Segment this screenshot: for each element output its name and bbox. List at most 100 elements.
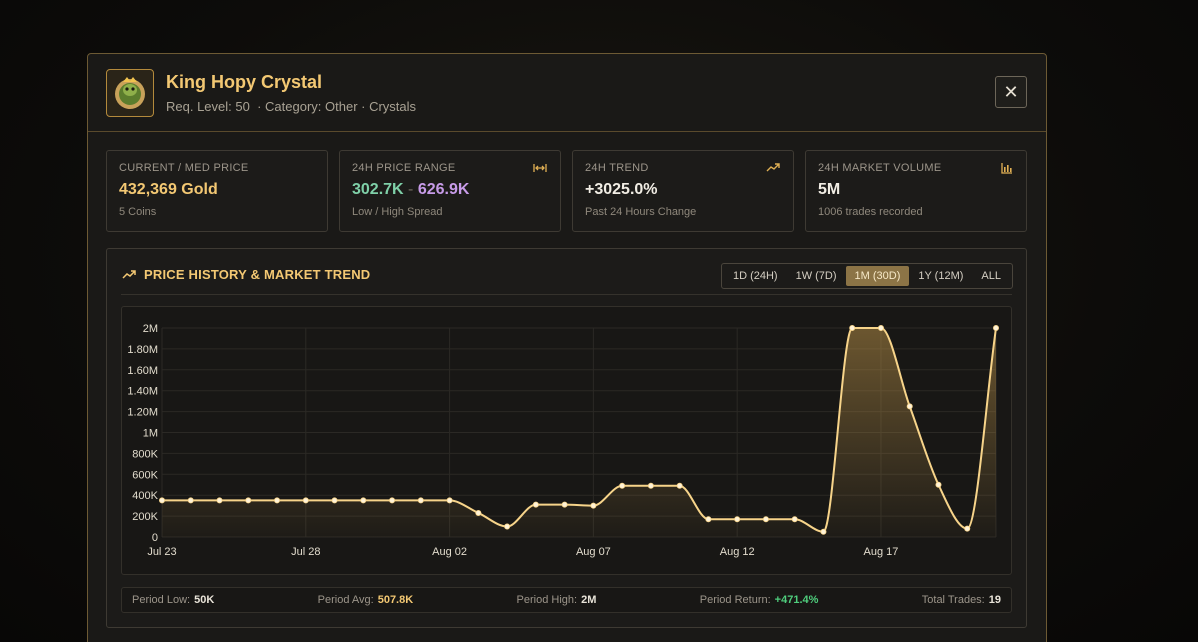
trend-icon — [122, 269, 136, 279]
price-point[interactable] — [274, 497, 281, 504]
trend-sub: Past 24 Hours Change — [585, 206, 697, 218]
price-point[interactable] — [993, 324, 1000, 331]
price-point[interactable] — [734, 516, 741, 523]
price-point[interactable] — [705, 516, 712, 523]
x-tick-label: Aug 17 — [864, 546, 899, 558]
period-low: Period Low: 50K — [132, 594, 214, 606]
price-point[interactable] — [532, 501, 539, 508]
price-chart: 0 200K 400K 600K 800K 1M 1.20M 1.40M 1.60M 1.80M 2… — [121, 306, 1012, 575]
period-high-value: 2M — [581, 594, 597, 606]
price-point[interactable] — [791, 516, 798, 523]
price-point[interactable] — [561, 501, 568, 508]
price-point[interactable] — [590, 502, 597, 509]
period-return: Period Return: +471.4% — [700, 594, 819, 606]
x-tick-label: Jul 23 — [147, 546, 176, 558]
x-tick-label: Aug 02 — [432, 546, 467, 558]
item-crystal-icon — [106, 68, 154, 117]
price-point[interactable] — [360, 497, 367, 504]
card-label: 24H PRICE RANGE — [352, 162, 456, 174]
price-range-sub: Low / High Spread — [352, 206, 443, 218]
price-point[interactable] — [159, 497, 166, 504]
close-icon: ✕ — [1003, 81, 1019, 102]
price-point[interactable] — [762, 516, 769, 523]
x-tick-label: Aug 12 — [720, 546, 755, 558]
category-text: · Category: Other · Crystals — [257, 98, 417, 114]
price-point[interactable] — [504, 523, 511, 530]
current-price-card: CURRENT / MED PRICE 432,369 Gold 5 Coins — [106, 150, 328, 232]
price-history-panel: PRICE HISTORY & MARKET TREND 1D (24H) 1W… — [106, 248, 1027, 628]
volume-card: 24H MARKET VOLUME 5M 1006 trades recorde… — [805, 150, 1027, 232]
item-name: King Hopy Crystal — [166, 71, 323, 92]
chart-title-text: PRICE HISTORY & MARKET TREND — [144, 267, 371, 282]
price-point[interactable] — [446, 497, 453, 504]
card-label: CURRENT / MED PRICE — [119, 162, 249, 174]
total-trades-value: 19 — [988, 594, 1001, 606]
price-point[interactable] — [906, 403, 913, 410]
tab-all[interactable]: ALL — [972, 266, 1010, 286]
item-price-modal: King Hopy Crystal Req. Level: 50 · Categ… — [87, 53, 1047, 642]
price-point[interactable] — [877, 324, 884, 331]
x-tick-label: Jul 28 — [291, 546, 320, 558]
price-point[interactable] — [647, 482, 654, 489]
current-price-sub: 5 Coins — [119, 206, 157, 218]
req-level-label: Req. Level: — [166, 98, 232, 114]
price-point[interactable] — [935, 481, 942, 488]
price-point[interactable] — [302, 497, 309, 504]
volume-value: 5M — [818, 181, 841, 198]
range-sep: - — [408, 181, 414, 198]
close-button[interactable]: ✕ — [995, 76, 1027, 108]
price-point[interactable] — [187, 497, 194, 504]
chart-title: PRICE HISTORY & MARKET TREND — [122, 267, 370, 282]
price-point[interactable] — [216, 497, 223, 504]
price-point[interactable] — [964, 525, 971, 532]
period-low-value: 50K — [194, 594, 215, 606]
y-tick-label: 1.40M — [127, 386, 158, 398]
price-range-value: 302.7K - 626.9K — [352, 181, 548, 199]
y-tick-label: 200K — [132, 511, 158, 523]
modal-header: King Hopy Crystal Req. Level: 50 · Categ… — [88, 54, 1046, 132]
card-label: 24H MARKET VOLUME — [818, 162, 942, 174]
period-stats-bar: Period Low: 50K Period Avg: 507.8K Period … — [121, 587, 1012, 613]
price-chart-svg: 0 200K 400K 600K 800K 1M 1.20M 1.40M 1.60M 1.80M 2… — [127, 323, 1000, 558]
item-meta: Req. Level: 50 · Category: Other · Cryst… — [166, 99, 416, 114]
y-tick-label: 1M — [143, 428, 158, 440]
req-level-value: 50 — [235, 98, 250, 114]
period-avg: Period Avg: 507.8K — [318, 594, 414, 606]
y-tick-label: 800K — [132, 448, 158, 460]
trend-value: +3025.0% — [585, 181, 658, 198]
range-icon — [533, 163, 547, 176]
period-return-label: Period Return: — [699, 594, 771, 606]
volume-sub: 1006 trades recorded — [818, 206, 923, 218]
stats-row: CURRENT / MED PRICE 432,369 Gold 5 Coins… — [106, 150, 1027, 232]
period-return-value: +471.4% — [774, 594, 819, 606]
y-tick-label: 2M — [143, 323, 158, 335]
tab-1y[interactable]: 1Y (12M) — [909, 266, 972, 286]
trend-card: 24H TREND +3025.0% Past 24 Hours Change — [572, 150, 794, 232]
trend-icon — [766, 163, 780, 176]
price-point[interactable] — [619, 482, 626, 489]
period-high: Period High: 2M — [517, 594, 597, 606]
range-high: 626.9K — [417, 181, 470, 198]
tab-1d[interactable]: 1D (24H) — [724, 266, 787, 286]
price-point[interactable] — [389, 497, 396, 504]
bar-chart-icon — [1001, 163, 1013, 177]
period-high-label: Period High: — [516, 594, 578, 606]
tab-1w[interactable]: 1W (7D) — [787, 266, 846, 286]
y-tick-label: 1.20M — [127, 407, 158, 419]
y-tick-label: 0 — [152, 532, 158, 544]
price-point[interactable] — [417, 497, 424, 504]
y-tick-label: 400K — [132, 490, 158, 502]
price-point[interactable] — [820, 528, 827, 535]
price-point[interactable] — [849, 324, 856, 331]
period-low-label: Period Low: — [132, 594, 191, 606]
price-point[interactable] — [331, 497, 338, 504]
current-price-value: 432,369 Gold — [119, 181, 218, 198]
total-trades: Total Trades: 19 — [922, 594, 1001, 606]
price-point[interactable] — [475, 509, 482, 516]
period-avg-value: 507.8K — [377, 594, 414, 606]
tab-1m[interactable]: 1M (30D) — [845, 266, 910, 286]
price-point[interactable] — [245, 497, 252, 504]
time-range-tabs: 1D (24H) 1W (7D) 1M (30D) 1Y (12M) ALL — [720, 263, 1013, 289]
price-point[interactable] — [676, 482, 683, 489]
x-tick-label: Aug 07 — [576, 546, 611, 558]
